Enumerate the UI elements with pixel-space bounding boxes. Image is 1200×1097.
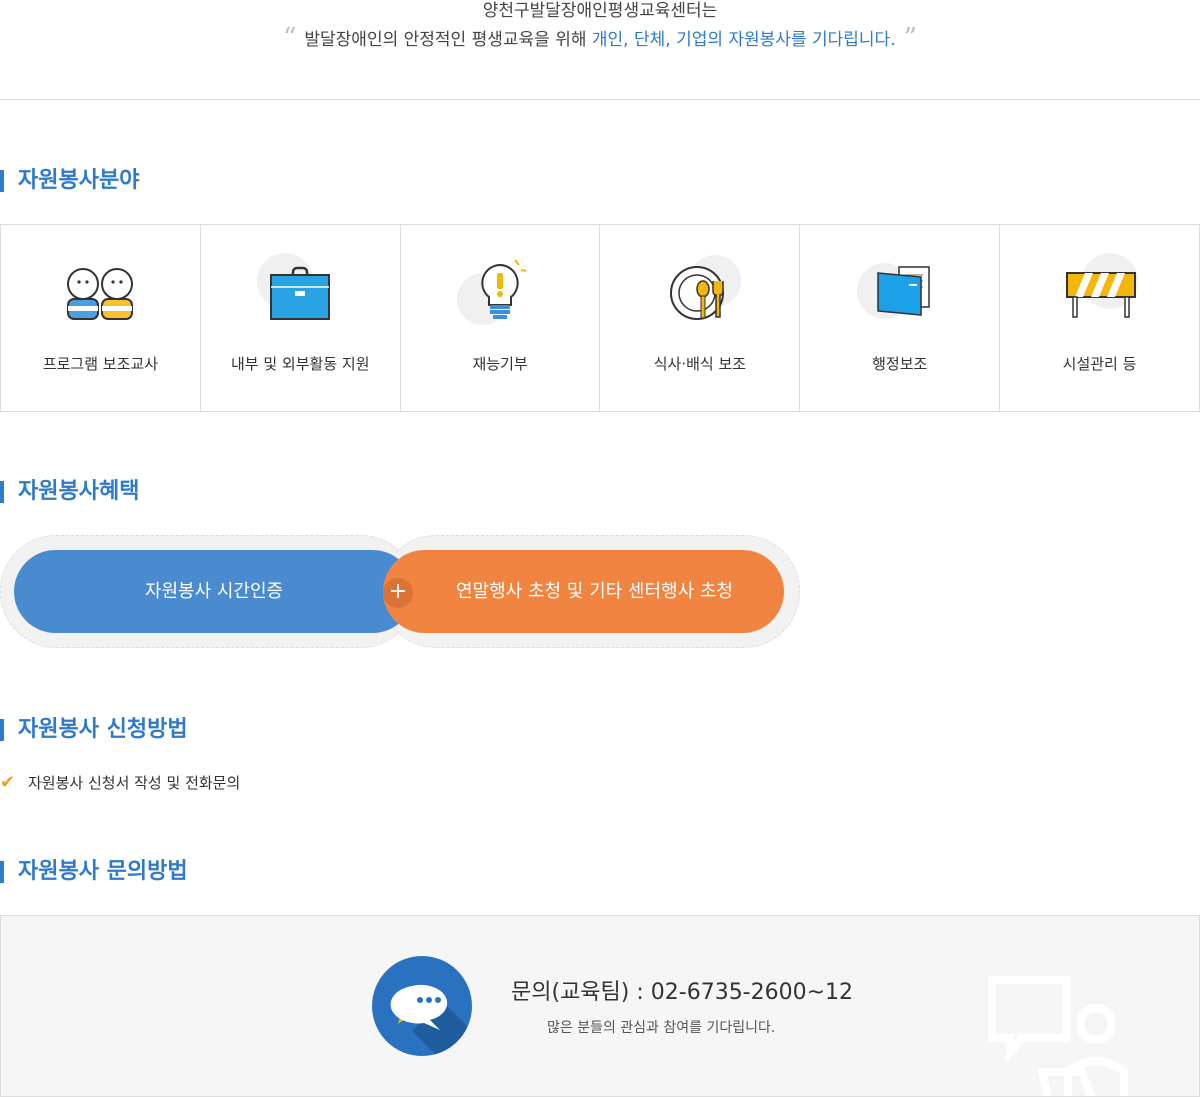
chat-bubbles-icon xyxy=(372,956,472,1056)
section-title-contact: 자원봉사 문의방법 xyxy=(0,858,188,886)
plate-utensils-icon xyxy=(669,255,741,320)
volunteer-fields-grid: 프로그램 보조교사 내부 및 외부활동 지원 재능기부 식사·배식 보조 행정보… xyxy=(0,224,1200,412)
field-label: 행정보조 xyxy=(872,355,928,373)
section-title-fields: 자원봉사분야 xyxy=(0,167,139,195)
barricade-icon xyxy=(1065,253,1138,318)
two-people-icon xyxy=(67,268,134,320)
field-card: 시설관리 등 xyxy=(1000,225,1199,411)
contact-note: 많은 분들의 관심과 참여를 기다립니다. xyxy=(547,1020,776,1036)
field-card: 프로그램 보조교사 xyxy=(1,225,201,411)
field-label: 시설관리 등 xyxy=(1062,355,1137,373)
field-label: 내부 및 외부활동 지원 xyxy=(230,355,370,373)
open-quote-icon: “ xyxy=(283,23,297,53)
intro-line-1: 양천구발달장애인평생교육센터는 xyxy=(482,1,718,21)
close-quote-icon: ” xyxy=(903,23,917,53)
field-card: 식사·배식 보조 xyxy=(600,225,801,411)
intro-highlight: 개인, 단체, 기업의 자원봉사를 기다립니다. xyxy=(591,30,896,50)
consultation-icon xyxy=(988,976,1128,1096)
field-label: 식사·배식 보조 xyxy=(653,355,747,373)
apply-method-text: 자원봉사 신청서 작성 및 전화문의 xyxy=(28,774,241,792)
field-card: 재능기부 xyxy=(401,225,601,411)
plus-icon: + xyxy=(383,578,413,608)
field-card: 행정보조 xyxy=(800,225,1001,411)
lightbulb-icon xyxy=(457,259,527,325)
section-title-benefits: 자원봉사혜택 xyxy=(0,478,139,506)
intro-banner: 양천구발달장애인평생교육센터는 “ 발달장애인의 안정적인 평생교육을 위해 개인… xyxy=(0,0,1200,100)
benefit-event-invitation: 연말행사 초청 및 기타 센터행사 초청 xyxy=(383,550,784,633)
documents-icon xyxy=(856,263,930,319)
contact-panel: 문의(교육팀) : 02-6735-2600~12 많은 분들의 관심과 참여를… xyxy=(0,915,1200,1097)
benefit-event-label: 연말행사 초청 및 기타 센터행사 초청 xyxy=(455,581,733,602)
field-card: 내부 및 외부활동 지원 xyxy=(201,225,401,411)
check-icon: ✔ xyxy=(0,772,16,793)
benefit-time-certification: 자원봉사 시간인증 xyxy=(14,550,414,633)
section-title-apply: 자원봉사 신청방법 xyxy=(0,716,188,744)
field-label: 프로그램 보조교사 xyxy=(42,355,158,373)
intro-line-2: “ 발달장애인의 안정적인 평생교육을 위해 개인, 단체, 기업의 자원봉사를 … xyxy=(0,25,1200,52)
briefcase-icon xyxy=(257,253,331,320)
benefits-panel: 자원봉사 시간인증 연말행사 초청 및 기타 센터행사 초청 + xyxy=(0,535,800,648)
field-label: 재능기부 xyxy=(472,355,528,373)
intro-text: 발달장애인의 안정적인 평생교육을 위해 xyxy=(304,30,592,50)
apply-method-item: ✔ 자원봉사 신청서 작성 및 전화문의 xyxy=(0,771,240,795)
contact-phone: 문의(교육팀) : 02-6735-2600~12 xyxy=(511,980,854,1005)
